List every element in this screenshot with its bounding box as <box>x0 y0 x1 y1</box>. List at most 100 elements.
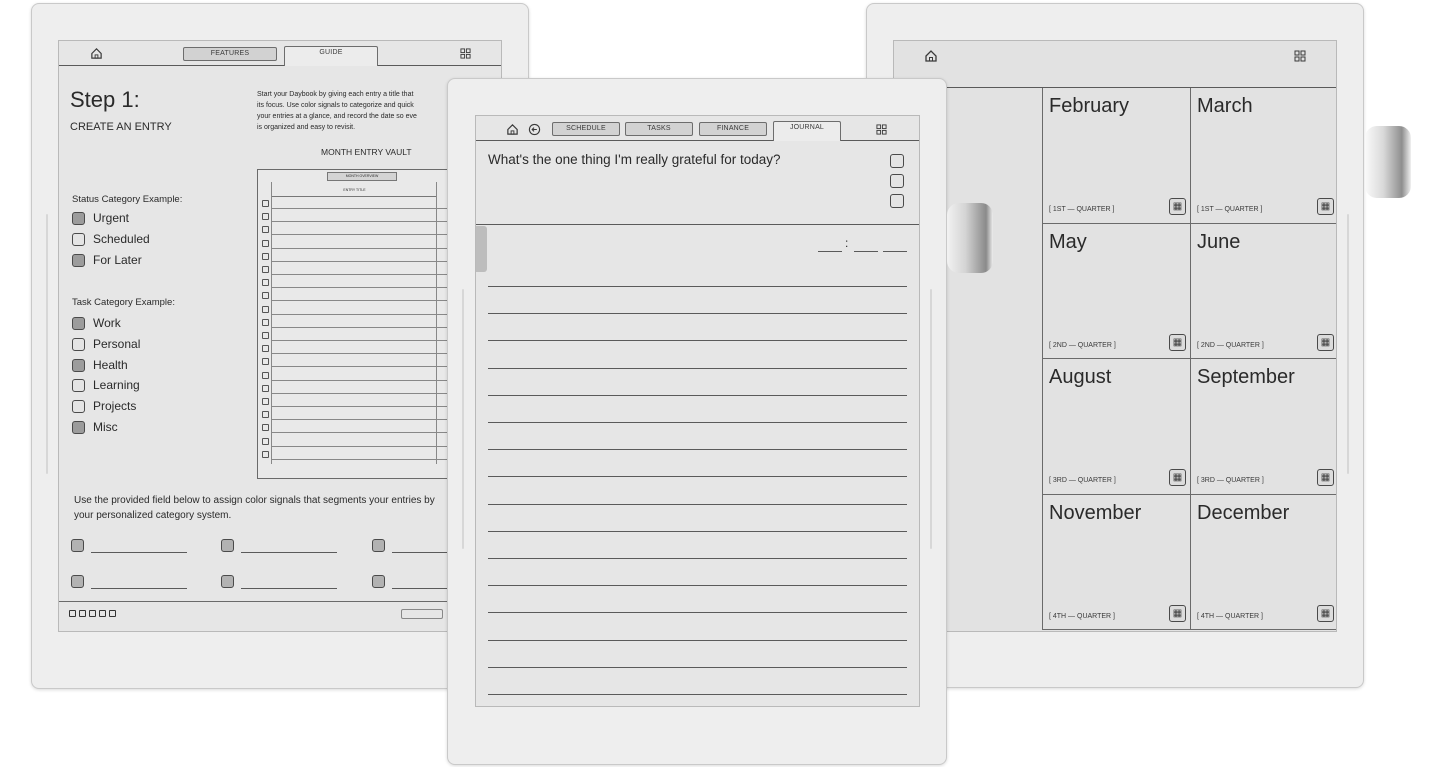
journal-line[interactable] <box>488 530 907 532</box>
vault-row-checkbox[interactable] <box>262 371 269 379</box>
vault-row-checkbox[interactable] <box>262 450 269 458</box>
prompt-checkbox[interactable] <box>890 194 904 208</box>
category-field[interactable] <box>241 552 337 553</box>
calendar-icon[interactable]: ▦ <box>1317 198 1334 215</box>
color-swatch[interactable] <box>372 539 385 552</box>
tab-schedule[interactable]: SCHEDULE <box>552 122 620 136</box>
calendar-icon[interactable]: ▦ <box>1169 333 1186 351</box>
time-ampm-field[interactable] <box>883 251 907 252</box>
page-dots[interactable] <box>69 610 129 618</box>
journal-line[interactable] <box>488 449 907 451</box>
vault-row-checkbox[interactable] <box>262 305 269 313</box>
back-arrow-icon[interactable] <box>528 123 541 136</box>
task-swatch[interactable] <box>72 400 85 414</box>
page-dot[interactable] <box>89 610 96 617</box>
page-dot[interactable] <box>79 610 86 617</box>
task-swatch[interactable] <box>72 358 85 372</box>
journal-line[interactable] <box>488 585 907 587</box>
month-cell[interactable]: March [ 1ST — QUARTER ] ▦ <box>1190 88 1336 224</box>
color-swatch[interactable] <box>71 575 84 588</box>
prompt-checkbox[interactable] <box>890 154 904 168</box>
home-icon[interactable] <box>506 123 519 136</box>
task-swatch[interactable] <box>72 379 85 393</box>
category-field[interactable] <box>241 588 337 589</box>
calendar-icon[interactable]: ▦ <box>1317 469 1334 486</box>
journal-line[interactable] <box>488 313 907 315</box>
calendar-icon[interactable]: ▦ <box>1317 604 1334 622</box>
month-cell[interactable]: May [ 2ND — QUARTER ] ▦ <box>1042 223 1190 359</box>
tab-journal[interactable]: JOURNAL <box>773 121 841 141</box>
journal-line[interactable] <box>488 612 907 614</box>
journal-line[interactable] <box>488 340 907 342</box>
grid-icon[interactable] <box>876 124 887 135</box>
vault-row-checkbox[interactable] <box>262 345 269 353</box>
status-swatch[interactable] <box>72 233 85 246</box>
vault-row-checkbox[interactable] <box>262 332 269 339</box>
journal-line[interactable] <box>488 694 907 695</box>
vault-row-checkbox[interactable] <box>262 437 269 445</box>
tab-finance[interactable]: FINANCE <box>699 122 767 136</box>
month-cell[interactable]: June [ 2ND — QUARTER ] ▦ <box>1190 223 1336 359</box>
vault-row-checkbox[interactable] <box>262 213 269 221</box>
color-swatch[interactable] <box>221 539 234 552</box>
tab-features[interactable]: FEATURES <box>183 47 277 61</box>
vault-row-checkbox[interactable] <box>262 226 269 234</box>
calendar-icon[interactable]: ▦ <box>1169 604 1186 622</box>
journal-line[interactable] <box>488 558 907 559</box>
month-cell[interactable]: November [ 4TH — QUARTER ] ▦ <box>1042 494 1190 630</box>
page-dot[interactable] <box>109 610 116 617</box>
journal-line[interactable] <box>488 394 907 396</box>
month-cell[interactable]: December [ 4TH — QUARTER ] ▦ <box>1190 494 1336 630</box>
vault-row-checkbox[interactable] <box>262 318 269 326</box>
journal-line[interactable] <box>488 422 907 423</box>
page-dot[interactable] <box>69 610 76 617</box>
vault-row-checkbox[interactable] <box>262 384 269 392</box>
journal-line[interactable] <box>488 639 907 641</box>
task-swatch[interactable] <box>72 317 85 330</box>
status-swatch[interactable] <box>72 254 85 267</box>
task-swatch[interactable] <box>72 421 85 434</box>
status-swatch[interactable] <box>72 212 85 225</box>
tab-tasks[interactable]: TASKS <box>625 122 693 136</box>
time-hour-field[interactable] <box>818 251 842 252</box>
color-swatch[interactable] <box>221 575 234 588</box>
journal-line[interactable] <box>488 286 907 287</box>
vault-row-checkbox[interactable] <box>262 411 269 419</box>
side-rail <box>46 214 48 474</box>
grid-icon[interactable] <box>1294 50 1306 62</box>
journal-line[interactable] <box>488 503 907 505</box>
vault-row-checkbox[interactable] <box>262 358 269 366</box>
journal-line[interactable] <box>488 666 907 668</box>
vault-row-checkbox[interactable] <box>262 424 269 432</box>
vault-row-checkbox[interactable] <box>262 239 269 247</box>
vault-row-checkbox[interactable] <box>262 292 269 300</box>
month-cell[interactable]: August [ 3RD — QUARTER ] ▦ <box>1042 359 1190 495</box>
vault-row-checkbox[interactable] <box>262 266 269 273</box>
home-icon[interactable] <box>90 47 103 60</box>
color-swatch[interactable] <box>71 539 84 552</box>
scroll-handle[interactable] <box>476 226 487 272</box>
footer-slider[interactable] <box>401 609 443 619</box>
category-field[interactable] <box>91 588 187 589</box>
vault-row-checkbox[interactable] <box>262 279 269 287</box>
vault-row-checkbox[interactable] <box>262 252 269 260</box>
task-swatch[interactable] <box>72 337 85 351</box>
quarter-label: [ 1ST — QUARTER ] <box>1049 206 1115 213</box>
time-minute-field[interactable] <box>854 251 878 252</box>
journal-line[interactable] <box>488 367 907 369</box>
color-swatch[interactable] <box>372 575 385 588</box>
vault-row-checkbox[interactable] <box>262 200 269 207</box>
category-field[interactable] <box>91 552 187 553</box>
page-dot[interactable] <box>99 610 106 617</box>
calendar-icon[interactable]: ▦ <box>1169 469 1186 486</box>
tab-guide[interactable]: GUIDE <box>284 46 378 66</box>
prompt-checkbox[interactable] <box>890 174 904 188</box>
calendar-icon[interactable]: ▦ <box>1169 198 1186 215</box>
calendar-icon[interactable]: ▦ <box>1317 333 1334 351</box>
grid-icon[interactable] <box>460 48 471 59</box>
vault-row-checkbox[interactable] <box>262 398 269 405</box>
home-icon[interactable] <box>924 49 938 63</box>
journal-line[interactable] <box>488 476 907 478</box>
month-cell[interactable]: February [ 1ST — QUARTER ] ▦ <box>1042 88 1190 224</box>
month-cell[interactable]: September [ 3RD — QUARTER ] ▦ <box>1190 359 1336 495</box>
